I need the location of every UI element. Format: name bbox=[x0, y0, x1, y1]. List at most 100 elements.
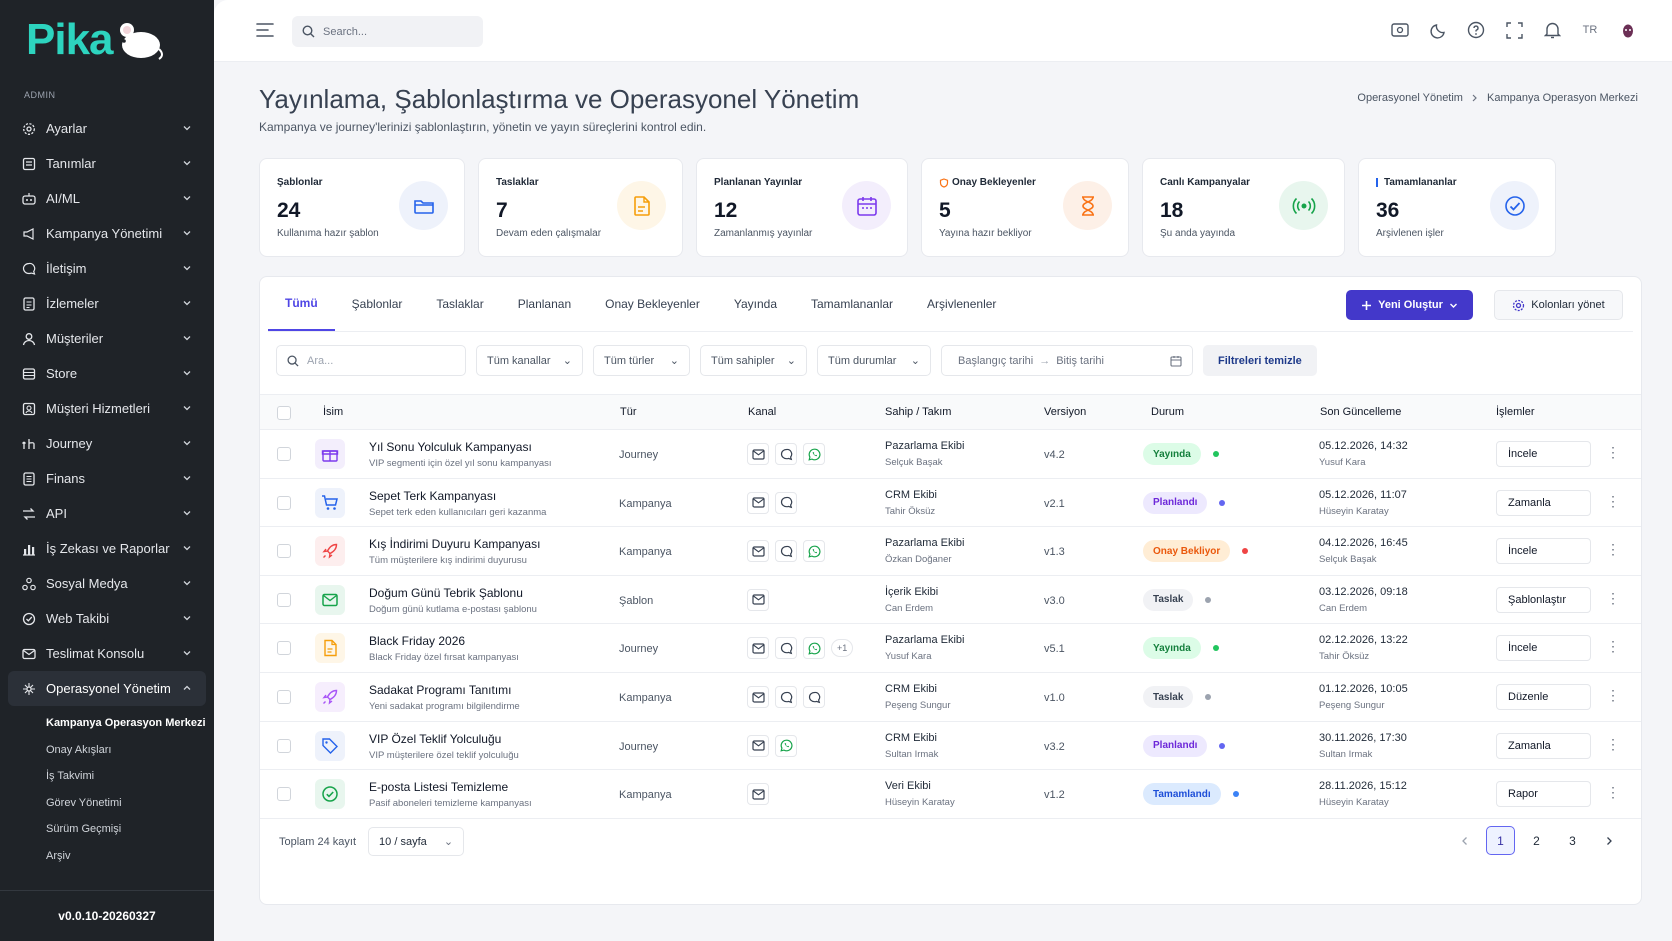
table-row[interactable]: Kış İndirimi Duyuru Kampanyası Tüm müşter… bbox=[260, 527, 1641, 576]
sidebar-item-robot[interactable]: AI/ML bbox=[8, 181, 206, 216]
col-updated[interactable]: Son Güncelleme bbox=[1320, 406, 1401, 418]
status-filter-select[interactable]: Tüm durumlar ⌄ bbox=[817, 345, 931, 376]
tab-3[interactable]: Planlanan bbox=[501, 277, 588, 331]
global-search-input[interactable]: Search... bbox=[292, 16, 483, 47]
col-type[interactable]: Tür bbox=[620, 406, 637, 418]
row-checkbox[interactable] bbox=[277, 738, 291, 753]
tab-1[interactable]: Şablonlar bbox=[335, 277, 420, 331]
sidebar-item-store[interactable]: Store bbox=[8, 356, 206, 391]
owner-filter-select[interactable]: Tüm sahipler ⌄ bbox=[700, 345, 807, 376]
breadcrumb-item-ops[interactable]: Operasyonel Yönetim bbox=[1357, 92, 1463, 104]
row-checkbox[interactable] bbox=[277, 592, 291, 607]
sidebar-item-finance[interactable]: Finans bbox=[8, 461, 206, 496]
tab-6[interactable]: Tamamlananlar bbox=[794, 277, 910, 331]
chevron-right-icon[interactable] bbox=[1594, 826, 1623, 855]
row-checkbox[interactable] bbox=[277, 641, 291, 656]
tab-2[interactable]: Taslaklar bbox=[419, 277, 500, 331]
submenu-item[interactable]: İş Takvimi bbox=[46, 763, 206, 790]
table-search-input[interactable]: Ara... bbox=[276, 345, 466, 376]
hamburger-menu-icon[interactable] bbox=[256, 22, 274, 38]
sidebar-item-megaphone[interactable]: Kampanya Yönetimi bbox=[8, 216, 206, 251]
more-vertical-icon[interactable]: ⋮ bbox=[1606, 638, 1620, 655]
select-all-checkbox[interactable] bbox=[277, 406, 291, 420]
tab-7[interactable]: Arşivlenenler bbox=[910, 277, 1013, 331]
sidebar-item-journey[interactable]: Journey bbox=[8, 426, 206, 461]
row-name[interactable]: Yıl Sonu Yolculuk Kampanyası bbox=[369, 440, 552, 454]
tab-4[interactable]: Onay Bekleyenler bbox=[588, 277, 717, 331]
more-vertical-icon[interactable]: ⋮ bbox=[1606, 590, 1620, 607]
channel-filter-select[interactable]: Tüm kanallar ⌄ bbox=[476, 345, 583, 376]
page-size-select[interactable]: 10 / sayfa ⌄ bbox=[368, 827, 465, 856]
row-name[interactable]: Kış İndirimi Duyuru Kampanyası bbox=[369, 537, 540, 551]
manage-columns-button[interactable]: Kolonları yönet bbox=[1494, 290, 1623, 320]
col-status[interactable]: Durum bbox=[1151, 406, 1184, 418]
submenu-item[interactable]: Onay Akışları bbox=[46, 737, 206, 764]
sidebar-item-list[interactable]: Tanımlar bbox=[8, 146, 206, 181]
stat-card-scheduled[interactable]: Planlanan Yayınlar 12 Zamanlanmış yayınlar bbox=[696, 158, 908, 257]
more-vertical-icon[interactable]: ⋮ bbox=[1606, 444, 1620, 461]
row-action-button[interactable]: Düzenle bbox=[1496, 684, 1591, 710]
row-action-button[interactable]: Zamanla bbox=[1496, 489, 1591, 516]
col-channel[interactable]: Kanal bbox=[748, 406, 776, 418]
sidebar-item-chat[interactable]: İletişim bbox=[8, 251, 206, 286]
more-vertical-icon[interactable]: ⋮ bbox=[1606, 687, 1620, 704]
row-action-button[interactable]: Rapor bbox=[1496, 781, 1591, 808]
chevron-left-icon[interactable] bbox=[1450, 826, 1479, 855]
row-checkbox[interactable] bbox=[277, 495, 291, 510]
sidebar-item-mail[interactable]: Teslimat Konsolu bbox=[8, 636, 206, 671]
user-avatar-icon[interactable] bbox=[1618, 20, 1638, 40]
row-name[interactable]: VIP Özel Teklif Yolculuğu bbox=[369, 732, 519, 746]
stat-card-live[interactable]: Canlı Kampanyalar 18 Şu anda yayında bbox=[1142, 158, 1345, 257]
table-row[interactable]: VIP Özel Teklif Yolculuğu VIP müşterilere… bbox=[260, 722, 1641, 771]
row-checkbox[interactable] bbox=[277, 544, 291, 559]
more-vertical-icon[interactable]: ⋮ bbox=[1606, 541, 1620, 558]
stat-card-completed[interactable]: Tamamlananlar 36 Arşivlenen işler bbox=[1358, 158, 1556, 257]
clear-filters-button[interactable]: Filtreleri temizle bbox=[1203, 345, 1317, 376]
table-row[interactable]: E-posta Listesi Temizleme Pasif aboneleri… bbox=[260, 770, 1641, 819]
col-owner[interactable]: Sahip / Takım bbox=[885, 406, 951, 418]
table-row[interactable]: Sadakat Programı Tanıtımı Yeni sadakat pr… bbox=[260, 673, 1641, 722]
row-name[interactable]: Black Friday 2026 bbox=[369, 634, 519, 648]
app-logo[interactable]: Pika bbox=[26, 12, 163, 68]
submenu-item[interactable]: Sürüm Geçmişi bbox=[46, 816, 206, 843]
submenu-item[interactable]: Görev Yönetimi bbox=[46, 790, 206, 817]
tab-0[interactable]: Tümü bbox=[268, 277, 335, 331]
new-create-button[interactable]: Yeni Oluştur bbox=[1346, 290, 1473, 320]
moon-icon[interactable] bbox=[1428, 20, 1448, 40]
submenu-item[interactable]: Kampanya Operasyon Merkezi bbox=[46, 710, 206, 737]
language-switch[interactable]: TR bbox=[1580, 20, 1600, 40]
more-vertical-icon[interactable]: ⋮ bbox=[1606, 493, 1620, 510]
row-action-button[interactable]: İncele bbox=[1496, 441, 1591, 467]
page-button[interactable]: 3 bbox=[1558, 826, 1587, 855]
row-name[interactable]: E-posta Listesi Temizleme bbox=[369, 780, 532, 794]
page-button[interactable]: 2 bbox=[1522, 826, 1551, 855]
row-action-button[interactable]: Şablonlaştır bbox=[1496, 586, 1591, 613]
type-filter-select[interactable]: Tüm türler ⌄ bbox=[593, 345, 690, 376]
date-range-picker[interactable]: Başlangıç tarihi → Bitiş tarihi bbox=[941, 345, 1193, 376]
stat-card-templates[interactable]: Şablonlar 24 Kullanıma hazır şablon bbox=[259, 158, 465, 257]
submenu-item[interactable]: Arşiv bbox=[46, 843, 206, 870]
sidebar-item-chart[interactable]: İş Zekası ve Raporlar bbox=[8, 531, 206, 566]
sidebar-item-doc[interactable]: İzlemeler bbox=[8, 286, 206, 321]
row-checkbox[interactable] bbox=[277, 690, 291, 704]
more-vertical-icon[interactable]: ⋮ bbox=[1606, 736, 1620, 753]
page-button[interactable]: 1 bbox=[1486, 826, 1515, 855]
stat-card-pending-approval[interactable]: Onay Bekleyenler 5 Yayına hazır bekliyor bbox=[921, 158, 1129, 257]
table-row[interactable]: Black Friday 2026 Black Friday özel fırsa… bbox=[260, 624, 1641, 673]
table-row[interactable]: Yıl Sonu Yolculuk Kampanyası VIP segmenti… bbox=[260, 430, 1641, 479]
row-action-button[interactable]: İncele bbox=[1496, 635, 1591, 662]
row-action-button[interactable]: Zamanla bbox=[1496, 732, 1591, 759]
sidebar-item-user[interactable]: Müşteriler bbox=[8, 321, 206, 356]
row-name[interactable]: Sepet Terk Kampanyası bbox=[369, 489, 546, 503]
row-name[interactable]: Doğum Günü Tebrik Şablonu bbox=[369, 586, 537, 600]
sidebar-item-web[interactable]: Web Takibi bbox=[8, 601, 206, 636]
col-version[interactable]: Versiyon bbox=[1044, 406, 1086, 418]
tab-5[interactable]: Yayında bbox=[717, 277, 794, 331]
col-name[interactable]: İsim bbox=[323, 406, 343, 418]
row-checkbox[interactable] bbox=[277, 787, 291, 802]
more-vertical-icon[interactable]: ⋮ bbox=[1606, 784, 1620, 801]
table-row[interactable]: Doğum Günü Tebrik Şablonu Doğum günü kutl… bbox=[260, 576, 1641, 625]
fullscreen-icon[interactable] bbox=[1504, 20, 1524, 40]
sidebar-item-api[interactable]: API bbox=[8, 496, 206, 531]
sidebar-item-gear[interactable]: Ayarlar bbox=[8, 111, 206, 146]
